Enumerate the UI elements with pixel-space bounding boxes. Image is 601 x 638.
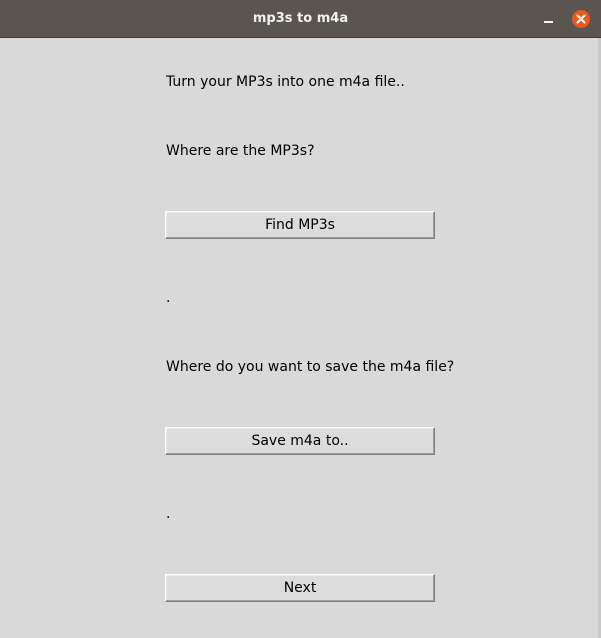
- mp3-location-question: Where are the MP3s?: [166, 143, 315, 159]
- save-m4a-button[interactable]: Save m4a to..: [165, 427, 435, 455]
- save-location-question: Where do you want to save the m4a file?: [166, 359, 455, 375]
- save-path-label: .: [166, 506, 171, 522]
- title-bar[interactable]: mp3s to m4a: [0, 0, 601, 38]
- intro-text: Turn your MP3s into one m4a file..: [166, 74, 405, 90]
- close-icon: [576, 14, 586, 24]
- next-button[interactable]: Next: [165, 574, 435, 602]
- mp3-path-label: .: [166, 290, 171, 306]
- app-window: mp3s to m4a Turn your MP3s into one m4a …: [0, 0, 601, 638]
- find-mp3s-button[interactable]: Find MP3s: [165, 211, 435, 239]
- window-title: mp3s to m4a: [252, 11, 349, 26]
- minimize-icon: [544, 21, 553, 23]
- minimize-button[interactable]: [540, 12, 556, 28]
- close-button[interactable]: [572, 10, 590, 28]
- main-content: Turn your MP3s into one m4a file.. Where…: [0, 38, 601, 638]
